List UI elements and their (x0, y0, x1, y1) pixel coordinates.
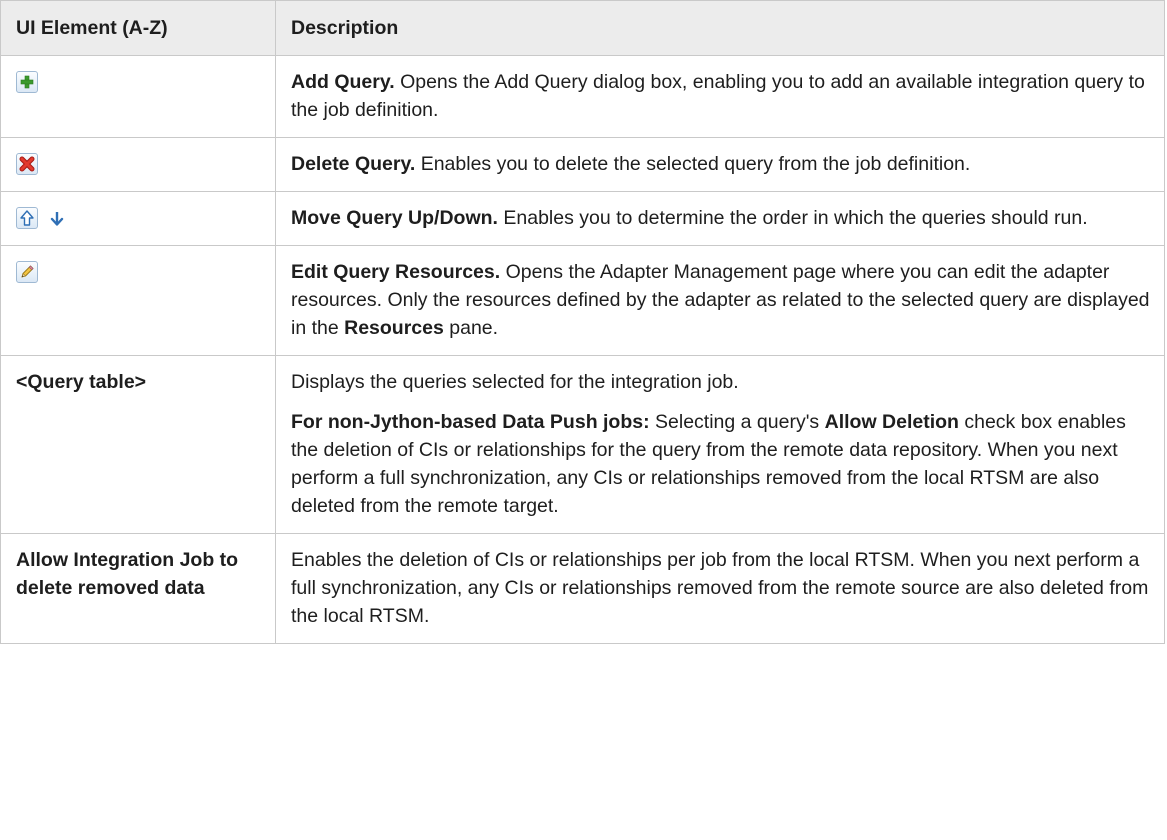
add-icon[interactable] (16, 71, 38, 93)
table-row: Add Query. Opens the Add Query dialog bo… (0, 55, 1165, 138)
description-cell: Enables the deletion of CIs or relations… (275, 533, 1165, 644)
table-row: Allow Integration Job to delete removed … (0, 533, 1165, 644)
description-cell: Delete Query. Enables you to delete the … (275, 137, 1165, 192)
element-cell (0, 55, 276, 138)
description-cell: Move Query Up/Down. Enables you to deter… (275, 191, 1165, 246)
element-description-end: pane. (443, 317, 499, 339)
move-down-icon[interactable] (48, 207, 66, 229)
edit-pencil-icon[interactable] (16, 261, 38, 283)
element-title: Add Query. (291, 71, 395, 93)
table-row: Edit Query Resources. Opens the Adapter … (0, 245, 1165, 356)
table-row: Move Query Up/Down. Enables you to deter… (0, 191, 1165, 246)
ui-element-table: UI Element (A-Z) Description Add Query. … (0, 0, 1165, 644)
element-description: Enables the deletion of CIs or relations… (291, 549, 1149, 627)
element-title: Delete Query. (291, 153, 416, 175)
element-description: Enables you to determine the order in wh… (497, 207, 1088, 229)
description-cell: Add Query. Opens the Add Query dialog bo… (275, 55, 1165, 138)
element-description: Displays the queries selected for the in… (291, 371, 739, 393)
element-description: Enables you to delete the selected query… (415, 153, 971, 175)
header-ui-element: UI Element (A-Z) (0, 0, 276, 56)
header-description: Description (275, 0, 1165, 56)
element-cell: <Query table> (0, 355, 276, 534)
element-cell: Allow Integration Job to delete removed … (0, 533, 276, 644)
element-label: <Query table> (16, 371, 147, 393)
description-cell: Edit Query Resources. Opens the Adapter … (275, 245, 1165, 356)
table-row: <Query table> Displays the queries selec… (0, 355, 1165, 534)
element-cell (0, 137, 276, 192)
jython-note-lead: For non-Jython-based Data Push jobs: (291, 411, 650, 433)
resources-term: Resources (344, 317, 444, 339)
table-header-row: UI Element (A-Z) Description (0, 0, 1165, 56)
allow-deletion-term: Allow Deletion (824, 411, 959, 433)
element-label: Allow Integration Job to delete removed … (16, 549, 239, 599)
table-row: Delete Query. Enables you to delete the … (0, 137, 1165, 192)
delete-icon[interactable] (16, 153, 38, 175)
jython-note-text: Selecting a query's (649, 411, 825, 433)
move-up-icon[interactable] (16, 207, 38, 229)
description-cell: Displays the queries selected for the in… (275, 355, 1165, 534)
element-description: Opens the Add Query dialog box, enabling… (291, 71, 1145, 121)
element-cell (0, 191, 276, 246)
element-title: Edit Query Resources. (291, 261, 501, 283)
element-cell (0, 245, 276, 356)
element-title: Move Query Up/Down. (291, 207, 498, 229)
